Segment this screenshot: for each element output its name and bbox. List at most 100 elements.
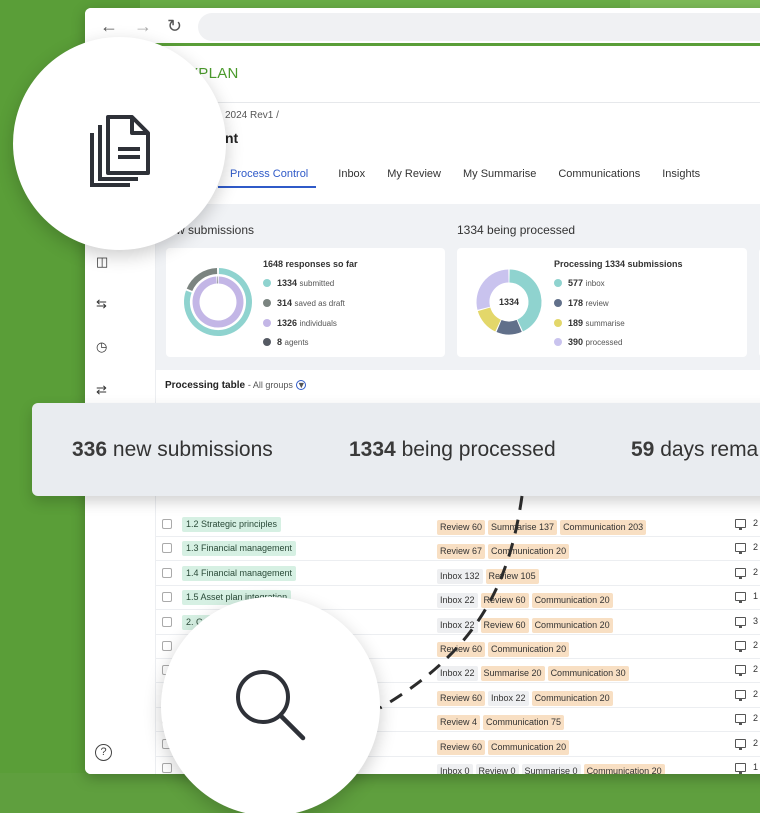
monitor-icon	[735, 763, 746, 774]
submissions-card-heading: 1648 responses so far	[263, 259, 358, 269]
row-count: 2	[753, 737, 759, 748]
legend-dot	[263, 319, 271, 327]
status-pill[interactable]: Communication 20	[531, 593, 613, 609]
individuals-segment-individuals	[192, 276, 244, 328]
banner-new-submissions: 336 new submissions	[72, 438, 273, 461]
swap-nav-icon[interactable]: ⇄	[96, 382, 112, 398]
dashed-connector	[379, 495, 524, 710]
browser-toolbar: ← → ↻	[85, 8, 760, 46]
status-pill[interactable]: Review 60	[437, 739, 486, 755]
address-bar[interactable]	[198, 13, 760, 41]
processing-card-heading: Processing 1334 submissions	[554, 259, 683, 269]
timer-nav-icon[interactable]: ◷	[96, 339, 112, 355]
status-pill[interactable]: Review 0	[475, 764, 519, 774]
processing-segment-review	[496, 319, 522, 335]
legend-dot	[263, 299, 271, 307]
status-pill[interactable]: Communication 20	[531, 690, 613, 706]
row-checkbox[interactable]	[162, 592, 172, 603]
monitor-icon	[735, 689, 746, 701]
transfer-nav-icon[interactable]: ⇆	[96, 296, 112, 312]
row-count: 2	[753, 688, 759, 699]
tab-my-summarise[interactable]: My Summarise	[463, 168, 536, 186]
legend-dot	[554, 338, 562, 346]
submissions-card: 1648 responses so far 1334 submitted 314…	[166, 248, 445, 357]
breadcrumb[interactable]: 2024 Rev1 /	[225, 110, 279, 121]
reload-icon[interactable]: ↻	[167, 17, 182, 35]
row-status-group: Review 60 Communication 20	[437, 737, 572, 755]
forward-arrow-icon[interactable]: →	[134, 17, 152, 35]
submissions-donut-chart	[184, 268, 252, 336]
processing-donut-chart: 1334	[476, 269, 542, 335]
row-count: 1	[753, 591, 759, 602]
monitor-icon	[735, 714, 746, 726]
legend-agents: 8 agents	[263, 337, 309, 347]
row-count: 1	[753, 762, 759, 772]
processing-card: 1334 Processing 1334 submissions 577 inb…	[457, 248, 747, 357]
processing-table-title: Processing table - All groups ▼	[165, 380, 306, 391]
row-count: 2	[753, 542, 759, 553]
page-title: nt	[225, 130, 239, 146]
legend-submitted: 1334 submitted	[263, 278, 334, 288]
legend-dot	[263, 279, 271, 287]
monitor-icon	[735, 543, 746, 555]
banner-being-processed: 1334 being processed	[349, 438, 556, 461]
search-feature-circle	[161, 597, 380, 813]
processing-donut-center-label: 1334	[499, 297, 519, 307]
row-count: 2	[753, 566, 759, 577]
tab-my-review[interactable]: My Review	[387, 168, 441, 186]
row-checkbox[interactable]	[162, 567, 172, 578]
status-pill[interactable]: Communication 20	[583, 764, 665, 774]
row-checkbox[interactable]	[162, 543, 172, 554]
monitor-icon	[735, 567, 746, 579]
row-checkbox[interactable]	[162, 519, 172, 529]
banner-days-remaining: 59 days rema	[631, 438, 759, 461]
status-pill[interactable]: Communication 203	[560, 520, 647, 535]
status-pill[interactable]: Summarise 0	[521, 764, 581, 774]
row-checkbox[interactable]	[162, 641, 172, 651]
monitor-icon	[735, 641, 746, 652]
row-count: 2	[753, 713, 759, 724]
tab-communications[interactable]: Communications	[558, 168, 640, 186]
tab-inbox[interactable]: Inbox	[338, 168, 365, 186]
row-checkbox[interactable]	[162, 616, 172, 627]
documents-nav-icon[interactable]: ◫	[96, 254, 112, 270]
legend-inbox: 577 inbox	[554, 278, 605, 288]
row-item-label[interactable]: 1.2 Strategic principles	[182, 517, 282, 532]
status-pill[interactable]: Communication 30	[547, 666, 629, 682]
row-count: 3	[753, 615, 759, 626]
background-bottom	[0, 773, 760, 813]
row-status-group: Inbox 0 Review 0 Summarise 0 Communication …	[437, 761, 668, 774]
monitor-icon	[735, 665, 746, 677]
status-pill[interactable]: Communication 20	[531, 617, 613, 633]
help-icon[interactable]: ?	[95, 744, 112, 761]
legend-summarise: 189 summarise	[554, 318, 625, 328]
legend-dot	[554, 299, 562, 307]
back-arrow-icon[interactable]: ←	[100, 17, 118, 35]
tab-insights[interactable]: Insights	[662, 168, 700, 186]
being-processed-title: 1334 being processed	[457, 223, 576, 237]
tab-process-control[interactable]: Process Control	[218, 168, 317, 188]
legend-dot	[554, 319, 562, 327]
legend-review: 178 review	[554, 298, 609, 308]
tab-bar: Process Control Inbox My Review My Summaris…	[218, 164, 722, 188]
copy-feature-circle	[13, 37, 226, 250]
row-item-label[interactable]: 1.4 Financial management	[182, 565, 297, 581]
chevron-down-icon[interactable]: ▼	[295, 380, 306, 390]
status-pill[interactable]: Communication 20	[488, 739, 570, 755]
row-count: 2	[753, 664, 759, 675]
row-count: 2	[753, 518, 759, 528]
processing-segment-summarise	[477, 307, 502, 332]
row-checkbox[interactable]	[162, 763, 172, 773]
legend-processed: 390 processed	[554, 337, 622, 347]
monitor-icon	[735, 592, 746, 604]
status-pill[interactable]: Inbox 0	[437, 764, 473, 774]
row-item-label[interactable]: 1.3 Financial management	[182, 541, 297, 557]
legend-individuals: 1326 individuals	[263, 318, 337, 328]
search-icon	[236, 670, 306, 741]
monitor-icon	[735, 519, 746, 530]
legend-dot	[554, 279, 562, 287]
row-count: 2	[753, 640, 759, 650]
legend-dot	[263, 338, 271, 346]
monitor-icon	[735, 616, 746, 628]
legend-saved-draft: 314 saved as draft	[263, 298, 345, 308]
